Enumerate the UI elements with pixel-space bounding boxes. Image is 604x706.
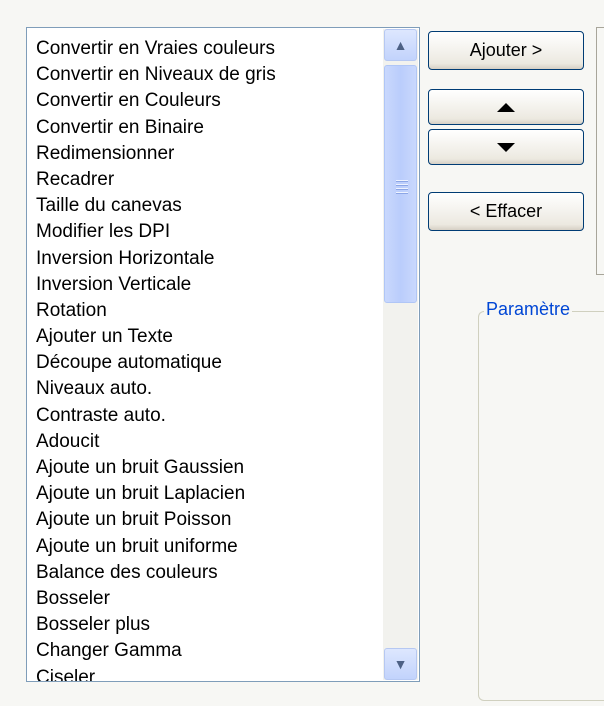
chevron-down-icon: ▼ [393,656,408,672]
selected-filters-panel [596,27,604,275]
list-item[interactable]: Niveaux auto. [27,376,381,402]
list-item[interactable]: Taille du canevas [27,193,381,219]
grip-icon [396,180,408,194]
list-item[interactable]: Convertir en Couleurs [27,88,381,114]
parameters-group [478,311,604,701]
list-item[interactable]: Ciseler [27,665,381,682]
list-item[interactable]: Convertir en Binaire [27,115,381,141]
list-item[interactable]: Découpe automatique [27,350,381,376]
clear-button[interactable]: < Effacer [428,192,584,231]
list-item[interactable]: Inversion Horizontale [27,246,381,272]
scroll-up-button[interactable]: ▲ [384,29,417,61]
list-item[interactable]: Ajoute un bruit Poisson [27,507,381,533]
chevron-up-icon: ▲ [393,37,408,53]
scroll-down-button[interactable]: ▼ [384,648,417,680]
window-content: Convertir en Vraies couleurs Convertir en… [0,0,604,706]
list-item[interactable]: Convertir en Niveaux de gris [27,62,381,88]
triangle-up-icon [497,102,515,112]
parameters-legend: Paramètre [484,299,573,320]
list-item[interactable]: Changer Gamma [27,638,381,664]
filter-listbox[interactable]: Convertir en Vraies couleurs Convertir en… [26,27,420,682]
filter-list-items: Convertir en Vraies couleurs Convertir en… [27,28,381,681]
list-item[interactable]: Bosseler [27,586,381,612]
listbox-scrollbar[interactable]: ▲ ▼ [383,29,418,680]
list-item[interactable]: Ajoute un bruit Gaussien [27,455,381,481]
clear-button-label: < Effacer [469,201,543,221]
list-item[interactable]: Inversion Verticale [27,272,381,298]
move-up-button[interactable] [428,89,584,125]
list-item[interactable]: Convertir en Vraies couleurs [27,36,381,62]
list-item[interactable]: Bosseler plus [27,612,381,638]
list-item[interactable]: Ajoute un bruit Laplacien [27,481,381,507]
list-item[interactable]: Adoucit [27,429,381,455]
list-item[interactable]: Modifier les DPI [27,219,381,245]
scrollbar-thumb[interactable] [384,65,417,303]
list-item[interactable]: Redimensionner [27,141,381,167]
add-button[interactable]: Ajouter > [428,31,584,70]
triangle-down-icon [497,142,515,152]
list-item[interactable]: Balance des couleurs [27,560,381,586]
list-item[interactable]: Rotation [27,298,381,324]
move-down-button[interactable] [428,129,584,165]
add-button-label: Ajouter > [469,40,543,60]
list-item[interactable]: Recadrer [27,167,381,193]
list-item[interactable]: Contraste auto. [27,403,381,429]
list-item[interactable]: Ajouter un Texte [27,324,381,350]
list-item[interactable]: Ajoute un bruit uniforme [27,534,381,560]
